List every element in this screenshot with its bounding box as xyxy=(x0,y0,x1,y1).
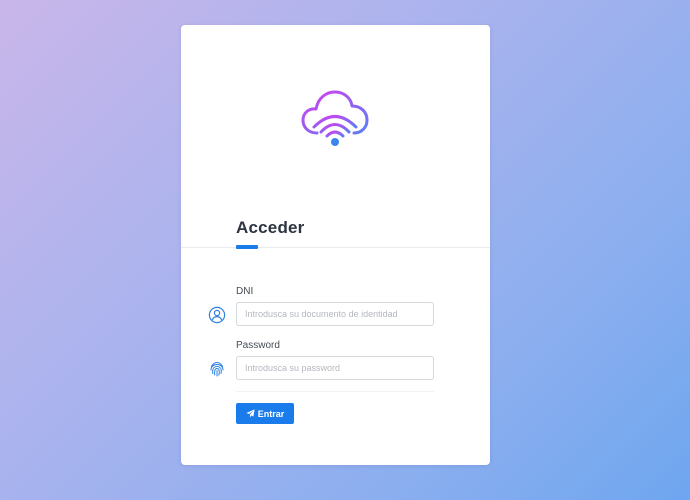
dni-label: DNI xyxy=(236,286,254,297)
submit-button-label: Entrar xyxy=(257,408,285,419)
header-divider xyxy=(181,247,490,248)
paper-plane-icon xyxy=(246,409,255,418)
password-input[interactable] xyxy=(236,356,434,380)
submit-button[interactable]: Entrar xyxy=(236,403,294,424)
cloud-wifi-icon xyxy=(301,90,369,146)
user-circle-icon xyxy=(208,306,226,324)
form-divider xyxy=(236,391,434,392)
login-card: Acceder DNI Password Entrar xyxy=(181,25,490,465)
password-label: Password xyxy=(236,340,280,351)
fingerprint-icon xyxy=(210,361,224,377)
title-underline xyxy=(236,245,258,249)
page-title: Acceder xyxy=(236,218,305,237)
dni-input[interactable] xyxy=(236,302,434,326)
